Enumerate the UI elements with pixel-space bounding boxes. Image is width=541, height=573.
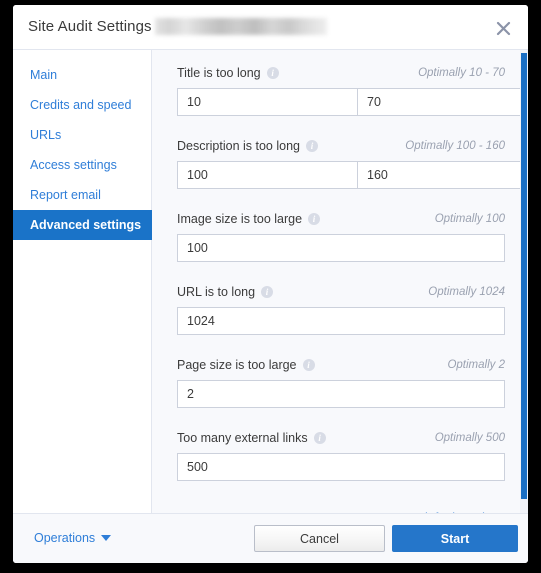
field-inputs: [177, 234, 505, 262]
field-inputs: [177, 453, 505, 481]
site-audit-settings-dialog: Site Audit Settings Main Credits and spe…: [13, 5, 528, 563]
close-icon: [496, 21, 510, 35]
info-icon[interactable]: i: [313, 431, 326, 444]
cancel-button[interactable]: Cancel: [254, 525, 385, 552]
dialog-footer: Operations Cancel Start: [13, 513, 528, 563]
field-header: Too many external links i Optimally 500: [177, 429, 505, 446]
sidebar-item-credits-and-speed[interactable]: Credits and speed: [13, 90, 151, 120]
sidebar-item-advanced-settings[interactable]: Advanced settings: [13, 210, 152, 240]
sidebar-item-label: Report email: [30, 188, 101, 202]
url-length-input[interactable]: [177, 307, 505, 335]
sidebar-item-label: URLs: [30, 128, 62, 142]
sidebar-item-main[interactable]: Main: [13, 60, 151, 90]
field-hint: Optimally 100: [434, 212, 505, 225]
screen-frame: Site Audit Settings Main Credits and spe…: [0, 0, 541, 573]
field-group-too-many-external-links: Too many external links i Optimally 500: [177, 429, 505, 481]
sidebar-item-urls[interactable]: URLs: [13, 120, 151, 150]
dialog-header: Site Audit Settings: [13, 5, 528, 50]
description-min-input[interactable]: [177, 161, 358, 189]
info-icon[interactable]: i: [302, 358, 315, 371]
settings-sidebar: Main Credits and speed URLs Access setti…: [13, 50, 152, 513]
sidebar-item-access-settings[interactable]: Access settings: [13, 150, 151, 180]
sidebar-item-label: Advanced settings: [30, 218, 142, 232]
field-label: Too many external links: [177, 430, 308, 445]
info-icon[interactable]: i: [305, 139, 318, 152]
field-group-url-too-long: URL is to long i Optimally 1024: [177, 283, 505, 335]
field-hint: Optimally 500: [434, 431, 505, 444]
field-label: Image size is too large: [177, 211, 303, 226]
operations-dropdown[interactable]: Operations: [34, 531, 112, 545]
sidebar-item-label: Access settings: [30, 158, 117, 172]
field-group-title-too-long: Title is too long i Optimally 10 - 70: [177, 64, 528, 116]
info-icon[interactable]: i: [308, 212, 321, 225]
field-hint: Optimally 2: [447, 358, 505, 371]
field-header: Image size is too large i Optimally 100: [177, 210, 505, 227]
description-max-input[interactable]: [358, 161, 528, 189]
field-inputs: [177, 161, 528, 189]
settings-content-pane: Title is too long i Optimally 10 - 70 De…: [152, 50, 528, 513]
field-header: URL is to long i Optimally 1024: [177, 283, 505, 300]
title-max-input[interactable]: [358, 88, 528, 116]
field-header: Page size is too large i Optimally 2: [177, 356, 505, 373]
field-label: Description is too long: [177, 138, 300, 153]
title-min-input[interactable]: [177, 88, 358, 116]
dialog-title-wrap: Site Audit Settings: [28, 18, 327, 35]
external-links-input[interactable]: [177, 453, 505, 481]
field-inputs: [177, 307, 505, 335]
start-button[interactable]: Start: [392, 525, 518, 552]
page-size-input[interactable]: [177, 380, 505, 408]
image-size-input[interactable]: [177, 234, 505, 262]
field-group-page-size-too-large: Page size is too large i Optimally 2: [177, 356, 505, 408]
field-group-image-size-too-large: Image size is too large i Optimally 100: [177, 210, 505, 262]
chevron-down-icon: [101, 535, 112, 541]
redacted-project-name: [154, 18, 327, 35]
field-hint: Optimally 1024: [428, 285, 505, 298]
dialog-body: Main Credits and speed URLs Access setti…: [13, 50, 528, 513]
page-title: Site Audit Settings: [28, 18, 152, 35]
content-scrollbar-track[interactable]: [520, 50, 528, 513]
field-hint: Optimally 100 - 160: [405, 139, 505, 152]
sidebar-item-label: Main: [30, 68, 58, 82]
settings-form: Title is too long i Optimally 10 - 70 De…: [152, 50, 528, 513]
info-icon[interactable]: i: [266, 66, 279, 79]
info-icon[interactable]: i: [261, 285, 274, 298]
field-inputs: [177, 88, 528, 116]
operations-label: Operations: [34, 531, 96, 545]
sidebar-item-report-email[interactable]: Report email: [13, 180, 151, 210]
field-label: URL is to long: [177, 284, 256, 299]
field-label: Page size is too large: [177, 357, 297, 372]
field-inputs: [177, 380, 505, 408]
sidebar-item-label: Credits and speed: [30, 98, 132, 112]
content-scrollbar-thumb[interactable]: [521, 53, 527, 499]
field-header: Title is too long i Optimally 10 - 70: [177, 64, 505, 81]
field-header: Description is too long i Optimally 100 …: [177, 137, 505, 154]
field-group-description-too-long: Description is too long i Optimally 100 …: [177, 137, 528, 189]
field-label: Title is too long: [177, 65, 261, 80]
close-button[interactable]: [492, 17, 514, 39]
field-hint: Optimally 10 - 70: [418, 66, 505, 79]
